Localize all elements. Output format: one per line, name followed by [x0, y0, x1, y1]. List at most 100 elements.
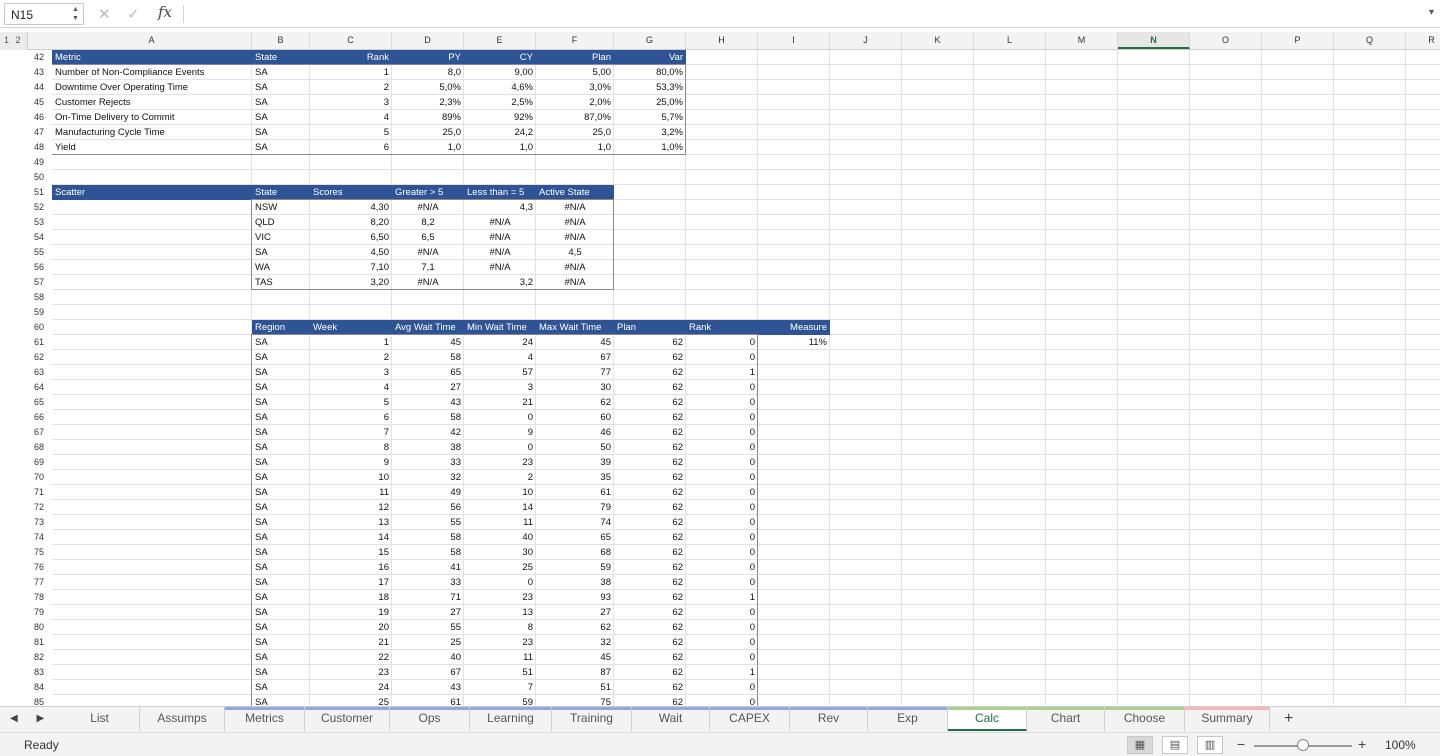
column-header-m[interactable]: M	[1046, 32, 1118, 49]
row-header[interactable]: 59	[28, 305, 52, 320]
wait-cell[interactable]: 38	[536, 575, 614, 590]
wait-cell[interactable]: SA	[252, 650, 310, 665]
wait-cell[interactable]: 40	[392, 650, 464, 665]
wait-cell[interactable]: 1	[686, 665, 758, 680]
tab-learning[interactable]: Learning	[470, 707, 552, 731]
scatter-header-cell[interactable]: Less than = 5	[464, 185, 536, 200]
wait-cell[interactable]: 55	[392, 620, 464, 635]
wait-cell[interactable]: 41	[392, 560, 464, 575]
row-header[interactable]: 72	[28, 500, 52, 515]
row-header[interactable]: 73	[28, 515, 52, 530]
row-header[interactable]: 42	[28, 50, 52, 65]
metrics-cell[interactable]: SA	[252, 95, 310, 110]
scatter-cell[interactable]: #N/A	[536, 275, 614, 290]
wait-cell[interactable]: 62	[614, 530, 686, 545]
wait-cell[interactable]: 4	[464, 350, 536, 365]
wait-cell[interactable]: 62	[536, 620, 614, 635]
wait-cell[interactable]: 62	[614, 380, 686, 395]
scatter-cell[interactable]: #N/A	[392, 275, 464, 290]
wait-cell[interactable]: 0	[686, 680, 758, 695]
wait-cell[interactable]: 14	[310, 530, 392, 545]
wait-cell[interactable]: 59	[536, 560, 614, 575]
wait-cell[interactable]: 30	[464, 545, 536, 560]
scatter-cell[interactable]: #N/A	[536, 215, 614, 230]
column-header-r[interactable]: R	[1406, 32, 1440, 49]
scatter-cell[interactable]: 4,5	[536, 245, 614, 260]
wait-cell[interactable]: 62	[614, 515, 686, 530]
metrics-cell[interactable]: 5,00	[536, 65, 614, 80]
wait-cell[interactable]: 1	[310, 335, 392, 350]
wait-cell[interactable]: 11	[310, 485, 392, 500]
wait-cell[interactable]: 62	[614, 485, 686, 500]
page-layout-view-icon[interactable]: ▤	[1162, 736, 1188, 754]
column-header-d[interactable]: D	[392, 32, 464, 49]
wait-cell[interactable]: 62	[614, 620, 686, 635]
wait-cell[interactable]: SA	[252, 455, 310, 470]
metrics-header-cell[interactable]: CY	[464, 50, 536, 65]
name-box-dropdown-icon[interactable]: ▲▼	[72, 5, 80, 23]
metrics-cell[interactable]: 5,0%	[392, 80, 464, 95]
wait-cell[interactable]: 0	[686, 395, 758, 410]
wait-cell[interactable]: 62	[614, 365, 686, 380]
wait-cell[interactable]: 8	[464, 620, 536, 635]
wait-header-cell[interactable]: Week	[310, 320, 392, 335]
wait-cell[interactable]: 0	[464, 410, 536, 425]
wait-cell[interactable]: 43	[392, 680, 464, 695]
wait-header-cell[interactable]: Rank	[686, 320, 758, 335]
wait-cell[interactable]: 62	[614, 335, 686, 350]
metrics-cell[interactable]: On-Time Delivery to Commit	[52, 110, 252, 125]
wait-cell[interactable]: SA	[252, 410, 310, 425]
row-header[interactable]: 66	[28, 410, 52, 425]
metrics-cell[interactable]: 87,0%	[536, 110, 614, 125]
name-box[interactable]: N15 ▲▼	[4, 3, 84, 25]
tab-training[interactable]: Training	[552, 707, 632, 731]
scatter-header-cell[interactable]: Scatter	[52, 185, 252, 200]
tab-scroll-arrows-icon[interactable]: ◀ ▶	[10, 713, 52, 724]
wait-cell[interactable]: 46	[536, 425, 614, 440]
outline-level-buttons[interactable]: 1 2	[0, 32, 28, 50]
zoom-level[interactable]: 100%	[1385, 738, 1416, 752]
column-header-h[interactable]: H	[686, 32, 758, 49]
tab-list[interactable]: List	[60, 707, 140, 731]
wait-cell[interactable]: 40	[464, 530, 536, 545]
scatter-cell[interactable]: WA	[252, 260, 310, 275]
scatter-header-cell[interactable]: State	[252, 185, 310, 200]
wait-cell[interactable]: 11	[464, 650, 536, 665]
metrics-cell[interactable]: 1,0	[464, 140, 536, 155]
metrics-cell[interactable]: 8,0	[392, 65, 464, 80]
row-header[interactable]: 69	[28, 455, 52, 470]
wait-cell[interactable]: 21	[310, 635, 392, 650]
wait-cell[interactable]: 58	[392, 545, 464, 560]
column-header-k[interactable]: K	[902, 32, 974, 49]
metrics-cell[interactable]: 80,0%	[614, 65, 686, 80]
wait-cell[interactable]: 33	[392, 455, 464, 470]
wait-cell[interactable]: 0	[686, 695, 758, 706]
metrics-cell[interactable]: 25,0%	[614, 95, 686, 110]
wait-cell[interactable]: 50	[536, 440, 614, 455]
metrics-cell[interactable]: 4	[310, 110, 392, 125]
wait-cell[interactable]: SA	[252, 425, 310, 440]
metrics-cell[interactable]: 5	[310, 125, 392, 140]
tab-chart[interactable]: Chart	[1027, 707, 1105, 731]
row-header[interactable]: 76	[28, 560, 52, 575]
row-header[interactable]: 54	[28, 230, 52, 245]
wait-cell[interactable]: 35	[536, 470, 614, 485]
wait-cell[interactable]: 9	[464, 425, 536, 440]
scatter-cell[interactable]: 7,10	[310, 260, 392, 275]
scatter-cell[interactable]: VIC	[252, 230, 310, 245]
metrics-cell[interactable]: 2	[310, 80, 392, 95]
wait-cell[interactable]: 62	[614, 605, 686, 620]
wait-cell[interactable]: SA	[252, 545, 310, 560]
wait-cell[interactable]: 55	[392, 515, 464, 530]
wait-cell[interactable]: SA	[252, 680, 310, 695]
wait-cell[interactable]: SA	[252, 665, 310, 680]
wait-cell[interactable]: 0	[686, 440, 758, 455]
metrics-header-cell[interactable]: Metric	[52, 50, 252, 65]
row-header[interactable]: 51	[28, 185, 52, 200]
scatter-cell[interactable]: 6,5	[392, 230, 464, 245]
wait-cell[interactable]: 87	[536, 665, 614, 680]
row-header[interactable]: 75	[28, 545, 52, 560]
wait-cell[interactable]: 62	[614, 650, 686, 665]
wait-header-cell[interactable]: Avg Wait Time	[392, 320, 464, 335]
wait-cell[interactable]: 62	[614, 680, 686, 695]
